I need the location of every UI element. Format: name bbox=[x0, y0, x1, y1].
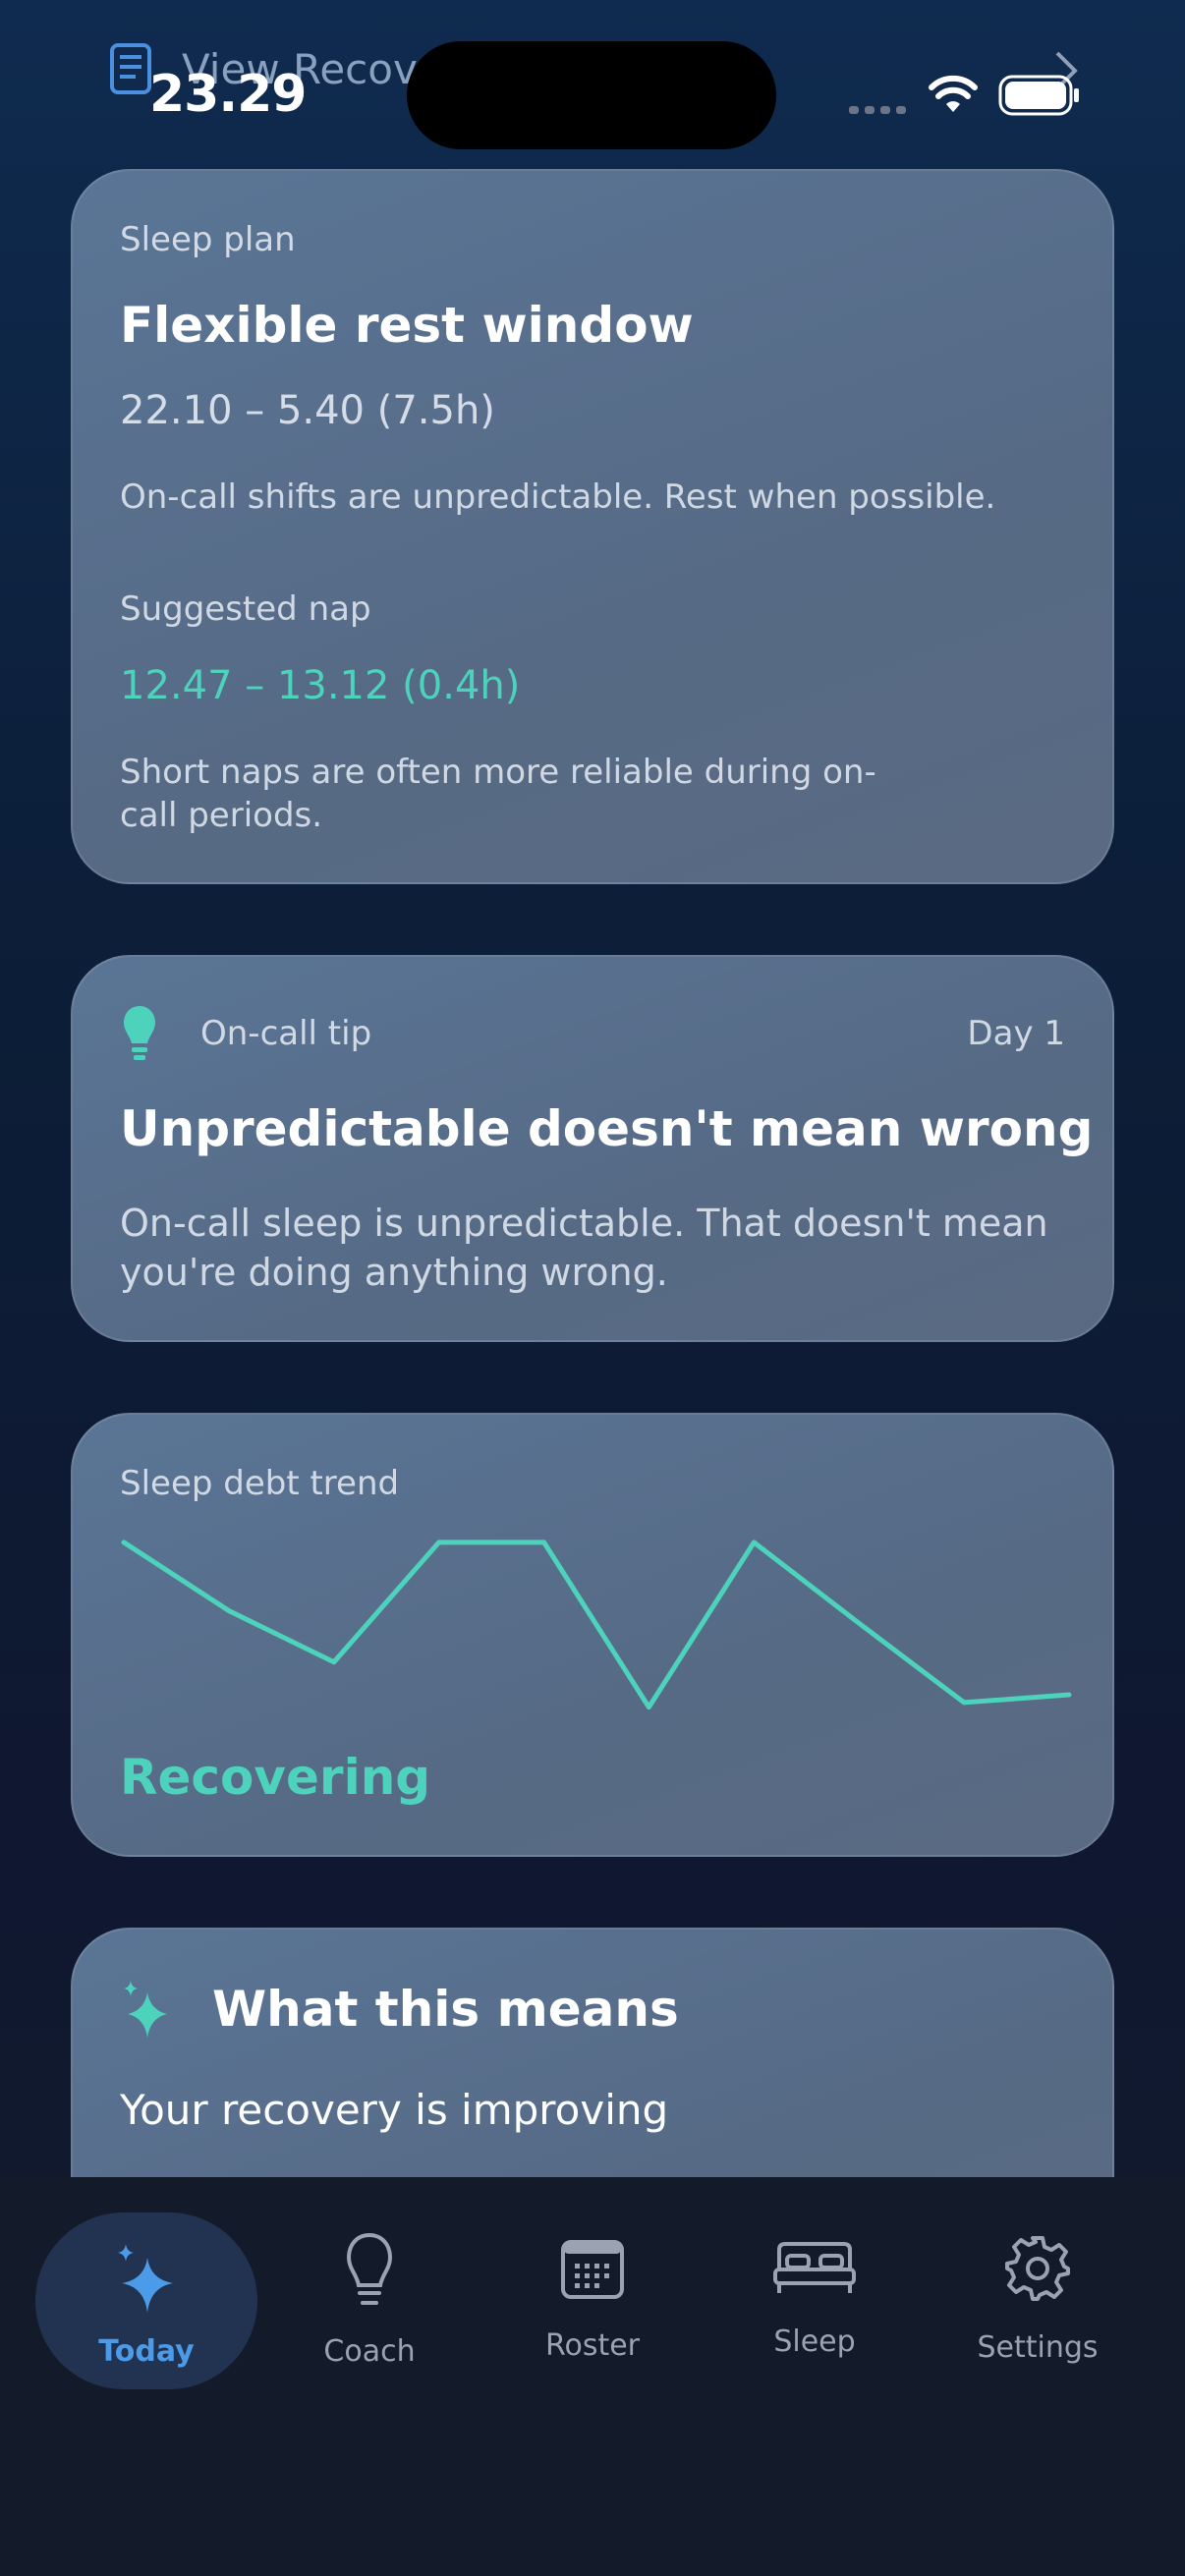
dynamic-island bbox=[407, 41, 776, 149]
tab-settings[interactable]: Settings bbox=[930, 2212, 1146, 2389]
cellular-signal-icon bbox=[849, 106, 906, 114]
suggested-nap-label: Suggested nap bbox=[120, 589, 371, 629]
tip-body-line1: On-call sleep is unpredictable. That doe… bbox=[120, 1202, 1048, 1245]
on-call-tip-card[interactable]: On-call tip Day 1 Unpredictable doesn't … bbox=[71, 955, 1114, 1342]
meaning-body: Your recovery is improving bbox=[120, 2086, 669, 2134]
sleep-plan-title: Flexible rest window bbox=[120, 297, 694, 354]
gear-icon bbox=[1005, 2236, 1070, 2301]
tab-coach-label: Coach bbox=[323, 2334, 416, 2369]
tab-sleep-label: Sleep bbox=[773, 2324, 856, 2359]
sleep-plan-card[interactable]: Sleep plan Flexible rest window 22.10 – … bbox=[71, 169, 1114, 884]
trend-series-line bbox=[121, 1540, 1072, 1710]
nap-note-line1: Short naps are often more reliable durin… bbox=[120, 753, 876, 792]
tab-roster-label: Roster bbox=[544, 2328, 641, 2363]
tip-body-line2: you're doing anything wrong. bbox=[120, 1251, 668, 1294]
tab-settings-label: Settings bbox=[977, 2330, 1099, 2365]
meaning-title: What this means bbox=[212, 1981, 679, 2038]
nap-window: 12.47 – 13.12 (0.4h) bbox=[120, 663, 521, 708]
sparkles-icon bbox=[118, 2244, 173, 2313]
tab-coach[interactable]: Coach bbox=[261, 2212, 478, 2389]
sleep-debt-line-chart bbox=[121, 1540, 1072, 1710]
bed-icon bbox=[773, 2242, 856, 2293]
tab-today[interactable]: Today bbox=[35, 2212, 257, 2389]
trend-label: Sleep debt trend bbox=[120, 1464, 400, 1503]
tip-title: Unpredictable doesn't mean wrong bbox=[120, 1100, 1094, 1157]
tip-label: On-call tip bbox=[200, 1014, 372, 1053]
sleep-window: 22.10 – 5.40 (7.5h) bbox=[120, 388, 495, 433]
lightbulb-icon bbox=[124, 1006, 155, 1060]
sparkles-icon bbox=[124, 1981, 167, 2038]
nap-note-line2: call periods. bbox=[120, 796, 323, 835]
lightbulb-icon bbox=[346, 2232, 393, 2305]
wifi-icon bbox=[929, 75, 978, 112]
tip-day: Day 1 bbox=[967, 1014, 1065, 1053]
tab-today-label: Today bbox=[98, 2334, 195, 2369]
battery-icon bbox=[998, 75, 1079, 116]
sleep-debt-trend-card[interactable]: Sleep debt trend Recovering bbox=[71, 1413, 1114, 1857]
calendar-icon bbox=[561, 2240, 624, 2299]
tab-sleep[interactable]: Sleep bbox=[706, 2212, 923, 2389]
document-icon bbox=[110, 43, 151, 94]
sleep-plan-note: On-call shifts are unpredictable. Rest w… bbox=[120, 477, 996, 517]
trend-status: Recovering bbox=[120, 1749, 431, 1806]
sleep-plan-label: Sleep plan bbox=[120, 220, 296, 259]
tab-roster[interactable]: Roster bbox=[484, 2212, 701, 2389]
status-time: 23.29 bbox=[149, 65, 307, 124]
tab-bar: Today Coach Roster Sleep Settings bbox=[0, 2177, 1185, 2576]
